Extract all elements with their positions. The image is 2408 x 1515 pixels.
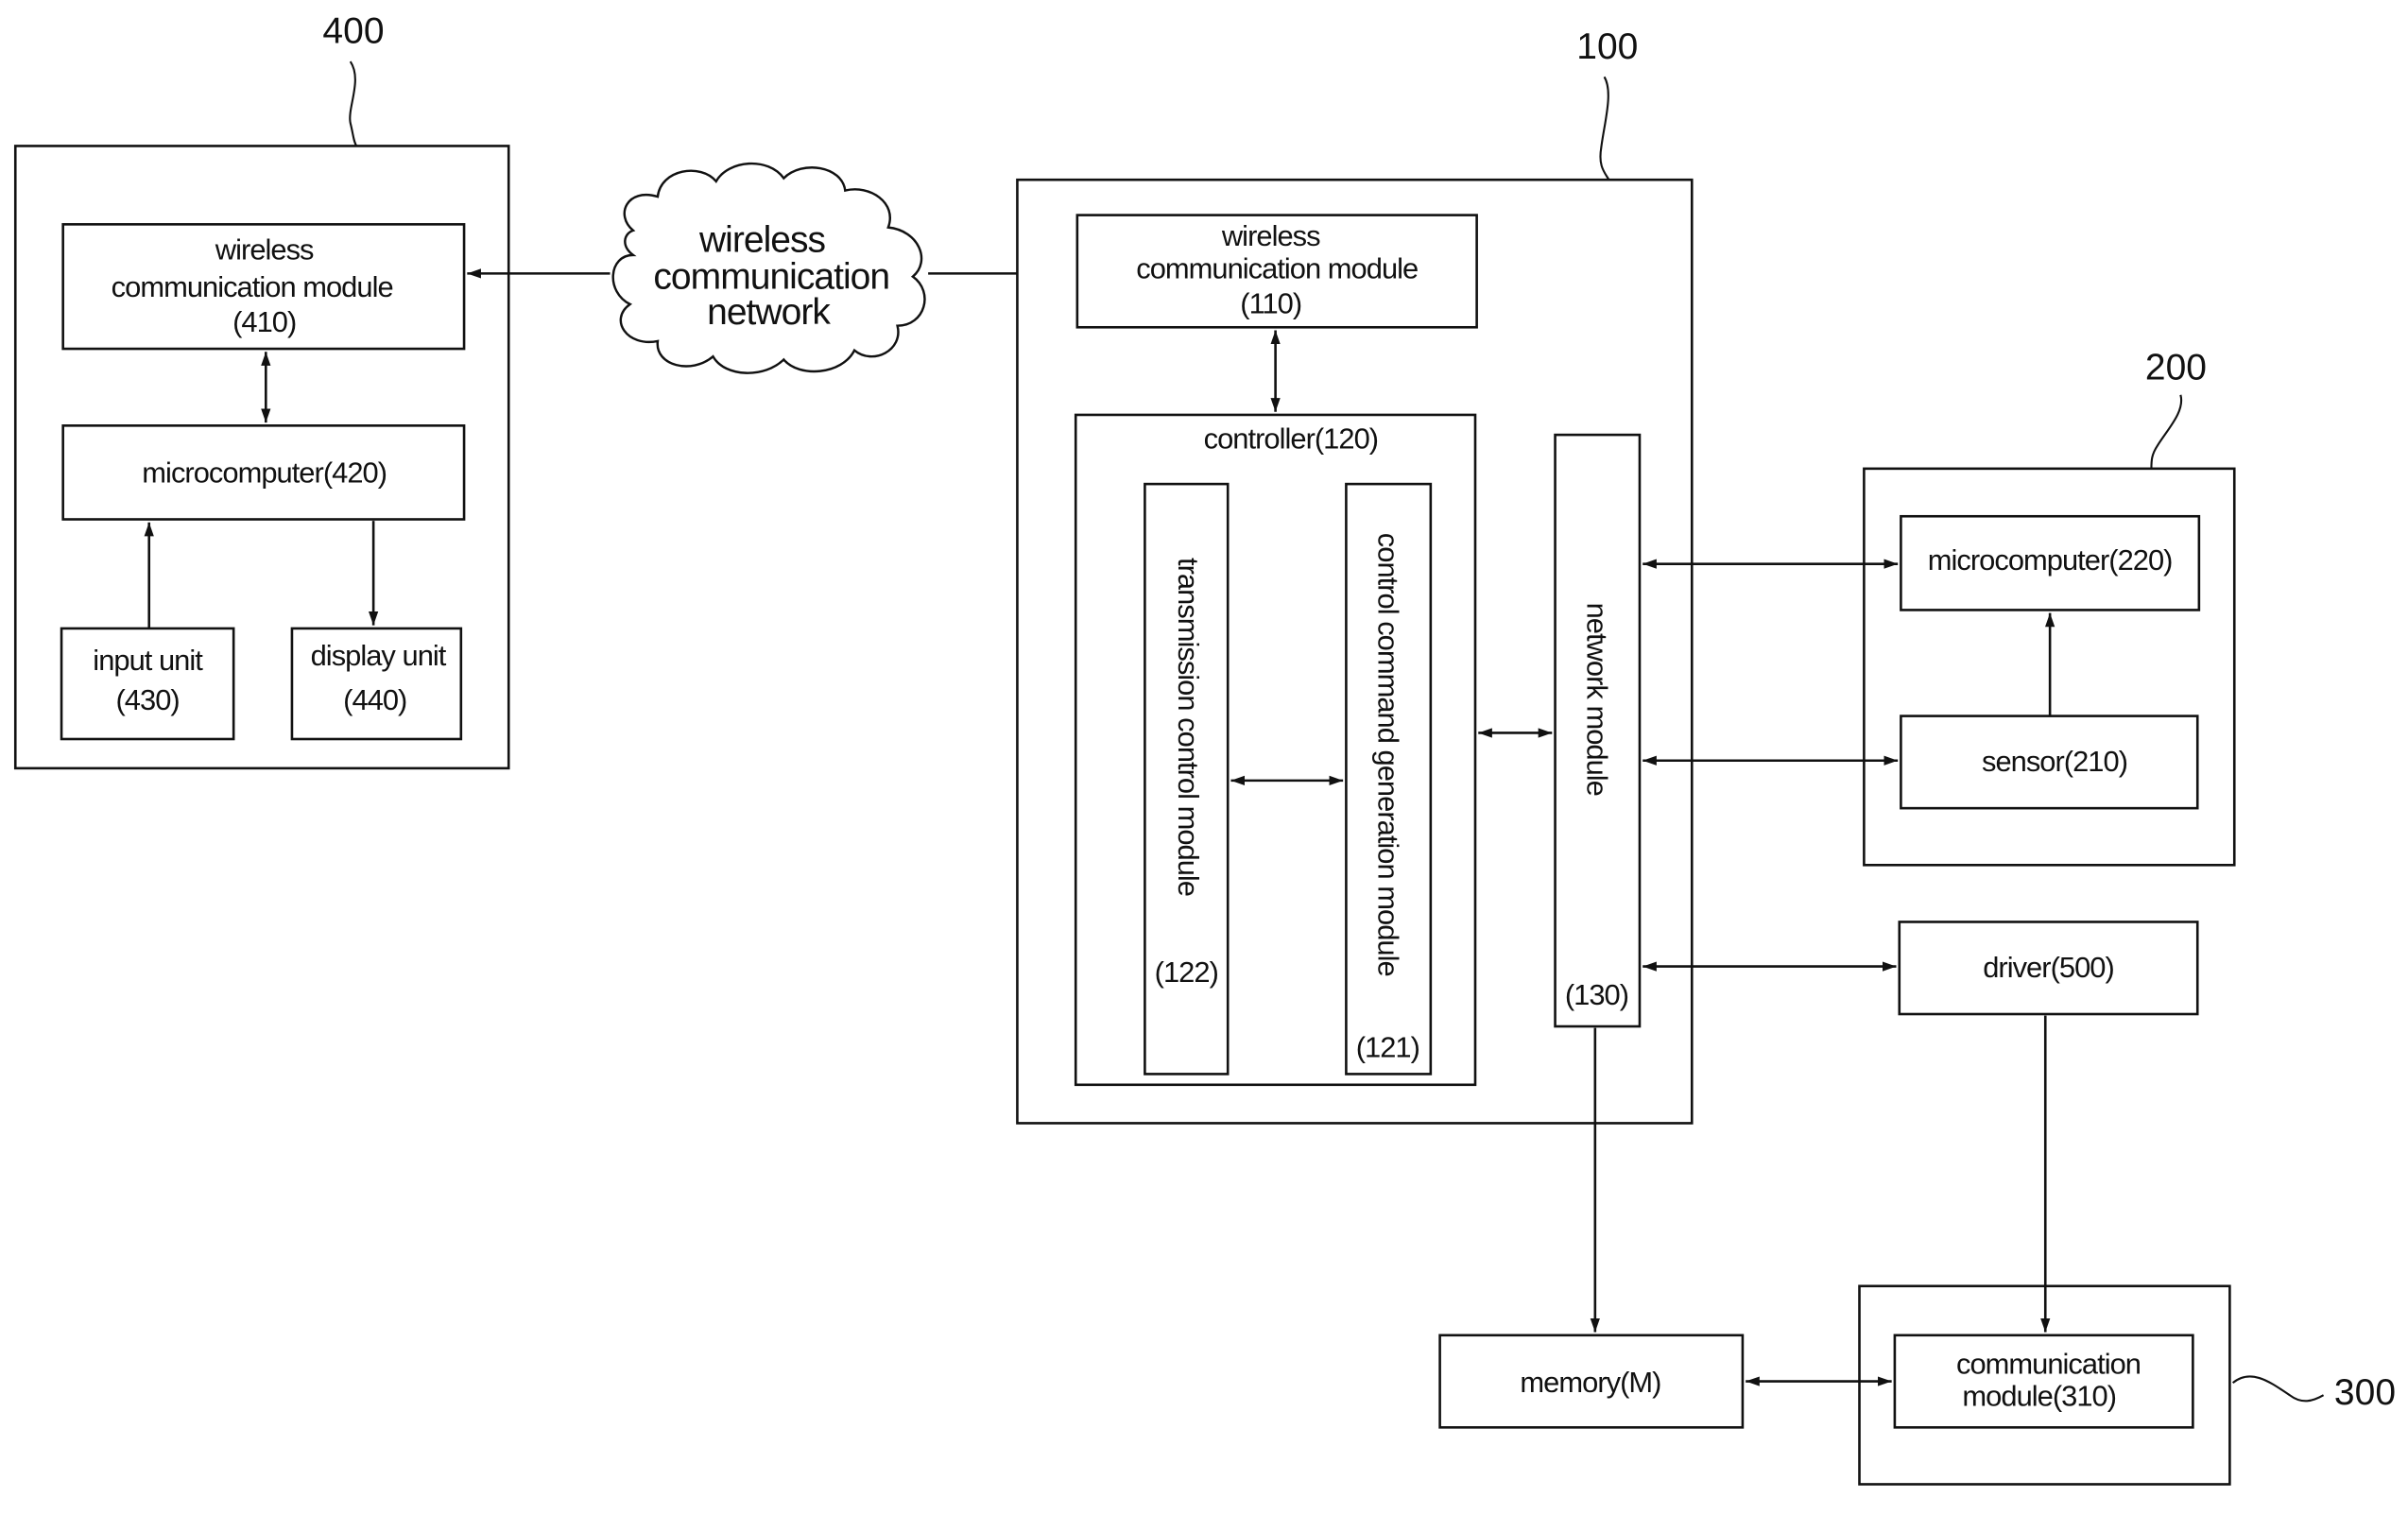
microcomputer-420-label: microcomputer(420) xyxy=(142,456,387,489)
communication-module-310-line1: communication xyxy=(1956,1347,2141,1380)
wireless-module-410-ref: (410) xyxy=(232,305,296,338)
device-100: 100 wireless communication module (110) … xyxy=(1016,26,1694,1125)
ref-label-200: 200 xyxy=(2145,348,2207,388)
leader-line-200 xyxy=(2150,394,2183,469)
wireless-module-410-line2: communication module xyxy=(112,270,393,303)
memory-label: memory(M) xyxy=(1520,1366,1660,1399)
control-command-generation-module-label: control command generation module xyxy=(1372,533,1405,976)
control-command-generation-module-ref: (121) xyxy=(1356,1031,1419,1064)
input-unit-430-ref: (430) xyxy=(115,683,179,716)
wireless-module-410-line1: wireless xyxy=(215,233,314,267)
device-400: 400 wireless communication module (410) … xyxy=(13,11,510,770)
ref-label-400: 400 xyxy=(322,11,384,52)
leader-line-100 xyxy=(1599,76,1610,181)
block-diagram: 400 wireless communication module (410) … xyxy=(13,11,2396,1486)
transmission-control-module-label: transmission control module xyxy=(1172,558,1205,896)
wireless-module-110-ref: (110) xyxy=(1240,287,1301,320)
controller-120-label: controller(120) xyxy=(1204,422,1378,456)
cloud-line3: network xyxy=(707,292,831,333)
network-module-label: network module xyxy=(1581,603,1614,796)
leader-line-300 xyxy=(2231,1375,2325,1403)
input-unit-430-line1: input unit xyxy=(93,644,203,677)
sensor-210-label: sensor(210) xyxy=(1982,745,2127,778)
cloud-line1: wireless xyxy=(698,220,826,261)
communication-module-310-line2: module(310) xyxy=(1962,1380,2116,1413)
wireless-network-cloud: wireless communication network xyxy=(611,162,926,374)
driver-500-label: driver(500) xyxy=(1983,951,2114,984)
display-unit-440-ref: (440) xyxy=(343,683,406,716)
transmission-control-module-ref: (122) xyxy=(1155,955,1218,989)
device-200: 200 microcomputer(220) sensor(210) xyxy=(1863,348,2236,867)
leader-line-400 xyxy=(349,60,358,147)
ref-label-100: 100 xyxy=(1576,26,1638,67)
wireless-module-110-line1: wireless xyxy=(1221,219,1320,252)
display-unit-440-line1: display unit xyxy=(311,639,447,672)
network-module-ref: (130) xyxy=(1565,978,1628,1011)
wireless-module-110-line2: communication module xyxy=(1136,251,1418,284)
device-300: communication module(310) 300 xyxy=(1858,1284,2396,1486)
microcomputer-220-label: microcomputer(220) xyxy=(1928,543,2173,577)
ref-label-300: 300 xyxy=(2334,1372,2396,1413)
